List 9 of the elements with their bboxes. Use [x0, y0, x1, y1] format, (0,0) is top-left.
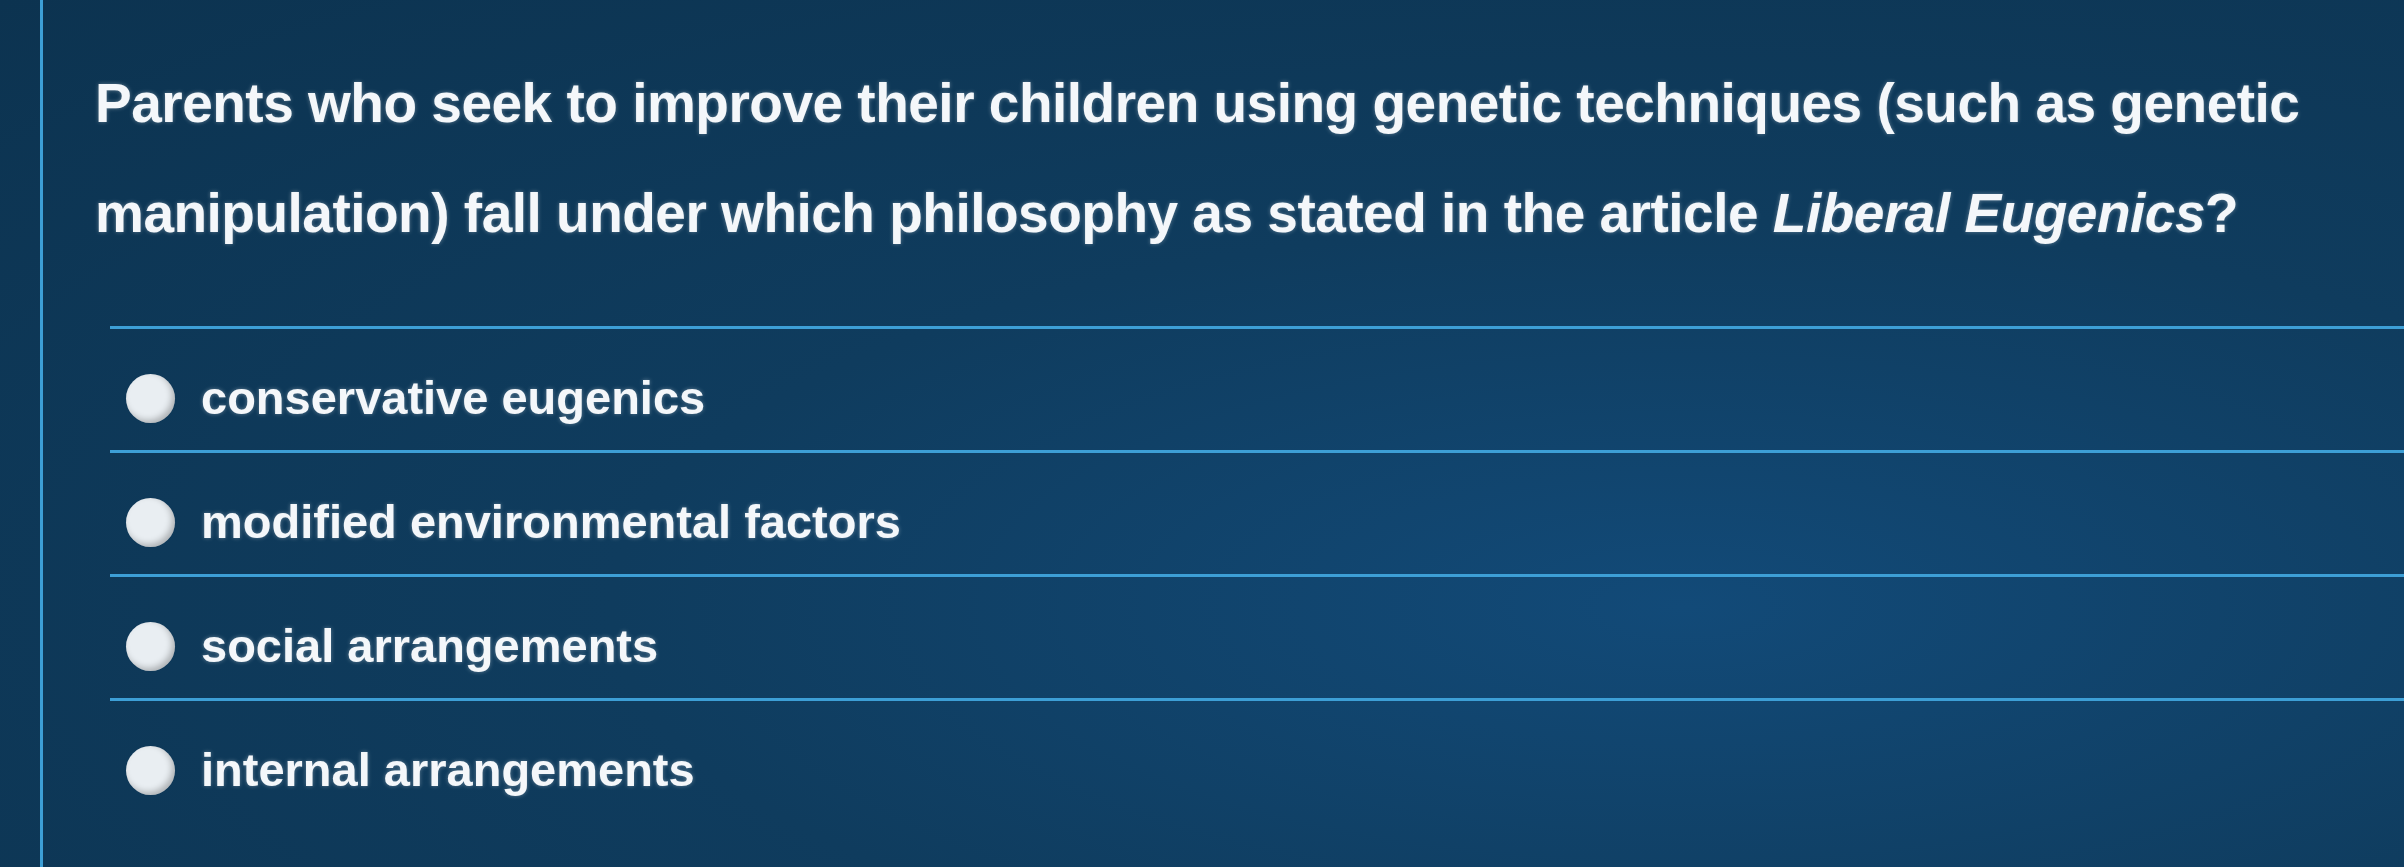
question-text: Parents who seek to improve their children using genetic techniques (such as genetic manipulation) fall under which philosophy as stated in the article Liberal Eugenics? [95, 71, 2301, 246]
option-label[interactable]: internal arrangements [201, 735, 695, 806]
radio-button[interactable] [126, 498, 175, 547]
option-label[interactable]: social arrangements [201, 611, 659, 682]
option-label[interactable]: modified environmental factors [201, 487, 901, 558]
radio-button[interactable] [126, 746, 175, 795]
radio-button[interactable] [126, 622, 175, 671]
option-label[interactable]: conservative eugenics [201, 363, 706, 434]
radio-button[interactable] [126, 374, 175, 423]
